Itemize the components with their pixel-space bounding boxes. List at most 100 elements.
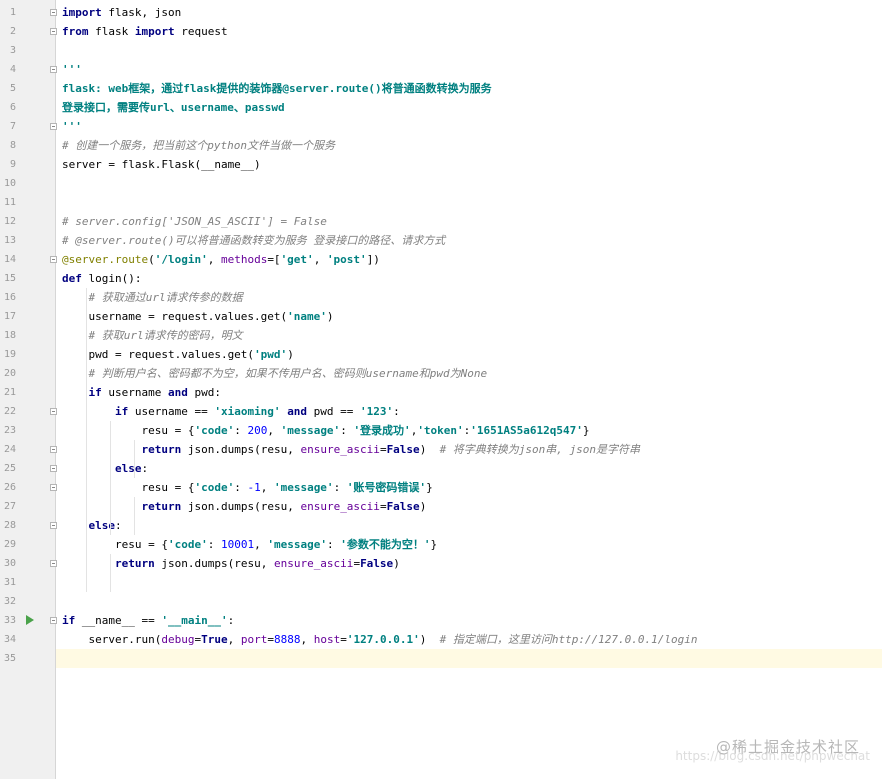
code-line[interactable]: username = request.values.get('name'): [56, 307, 882, 326]
code-line[interactable]: # 创建一个服务，把当前这个python文件当做一个服务: [56, 136, 882, 155]
code-area[interactable]: import flask, json from flask import requ…: [56, 0, 882, 779]
code-line[interactable]: pwd = request.values.get('pwd'): [56, 345, 882, 364]
code-line[interactable]: # server.config['JSON_AS_ASCII'] = False: [56, 212, 882, 231]
code-token: ): [419, 633, 440, 646]
code-token: :: [115, 519, 122, 532]
code-line[interactable]: [56, 592, 882, 611]
code-token: }: [582, 424, 590, 437]
code-token: resu = {: [62, 424, 195, 437]
code-line-text: # @server.route()可以将普通函数转变为服务 登录接口的路径、请求…: [62, 231, 445, 250]
code-line-text: ''': [62, 117, 82, 136]
code-token: =[: [267, 253, 281, 266]
line-number: 14: [3, 254, 16, 265]
code-line[interactable]: flask: web框架，通过flask提供的装饰器@server.route(…: [56, 79, 882, 98]
code-line[interactable]: [56, 649, 882, 668]
code-token: '1651AS5a612q547': [470, 424, 583, 437]
code-line[interactable]: @server.route('/login', methods=['get', …: [56, 250, 882, 269]
code-line-text: else:: [62, 516, 122, 535]
line-number: 20: [3, 368, 16, 379]
code-token: False: [360, 557, 394, 570]
code-line[interactable]: if username and pwd:: [56, 383, 882, 402]
line-number: 21: [3, 387, 16, 398]
code-token: '__main__': [161, 614, 228, 627]
code-line[interactable]: return json.dumps(resu, ensure_ascii=Fal…: [56, 554, 882, 573]
code-token: ensure_ascii: [300, 443, 380, 456]
code-line[interactable]: from flask import request: [56, 22, 882, 41]
code-token: resu = {: [62, 481, 195, 494]
code-token: :: [340, 424, 354, 437]
code-line-text: if username == 'xiaoming' and pwd == '12…: [62, 402, 400, 421]
code-token: ,: [207, 253, 221, 266]
line-number: 11: [3, 197, 16, 208]
code-token: methods: [220, 253, 268, 266]
code-editor[interactable]: 1 2 3 4 5 6 7 8 9 10 11 12 13 14 15 16 17 18 19 20 21 22 23 24 2…: [0, 0, 882, 779]
code-line[interactable]: resu = {'code': 200, 'message': '登录成功','…: [56, 421, 882, 440]
line-number: 27: [3, 501, 16, 512]
code-token: }: [430, 538, 438, 551]
code-line[interactable]: return json.dumps(resu, ensure_ascii=Fal…: [56, 440, 882, 459]
code-token: json.dumps(resu,: [181, 443, 301, 456]
code-line[interactable]: server = flask.Flask(__name__): [56, 155, 882, 174]
code-token: ensure_ascii: [273, 557, 354, 570]
code-token: =: [379, 443, 387, 456]
line-number: 18: [3, 330, 16, 341]
line-number: 32: [3, 596, 16, 607]
code-token: ,: [227, 633, 241, 646]
line-number: 3: [9, 45, 16, 56]
code-line[interactable]: server.run(debug=True, port=8888, host='…: [56, 630, 882, 649]
code-line[interactable]: else:: [56, 459, 882, 478]
code-token: '账号密码错误': [346, 481, 427, 494]
code-line[interactable]: [56, 573, 882, 592]
code-line[interactable]: return json.dumps(resu, ensure_ascii=Fal…: [56, 497, 882, 516]
code-line[interactable]: def login():: [56, 269, 882, 288]
code-token: debug: [161, 633, 195, 646]
code-token: 'code': [194, 481, 235, 494]
code-line[interactable]: ''': [56, 117, 882, 136]
code-line[interactable]: else:: [56, 516, 882, 535]
code-line[interactable]: [56, 41, 882, 60]
code-token: json.dumps(resu,: [154, 557, 274, 570]
code-token: username = request.values.get(: [62, 310, 288, 323]
code-line[interactable]: ''': [56, 60, 882, 79]
code-line[interactable]: # 获取通过url请求传参的数据: [56, 288, 882, 307]
code-line-text: else:: [62, 459, 148, 478]
line-number: 25: [3, 463, 16, 474]
run-icon[interactable]: [26, 615, 34, 625]
code-token: 'code': [167, 538, 208, 551]
code-line[interactable]: # 判断用户名、密码都不为空，如果不传用户名、密码则username和pwd为N…: [56, 364, 882, 383]
code-line[interactable]: [56, 174, 882, 193]
code-token: # server.config['JSON_AS_ASCII'] = False: [62, 215, 327, 228]
code-token: # 将字典转换为json串, json是字符串: [439, 443, 641, 456]
code-token: 'message': [267, 538, 327, 551]
line-number: 19: [3, 349, 16, 360]
watermark: @稀土掘金技术社区: [715, 738, 860, 756]
code-line[interactable]: if username == 'xiaoming' and pwd == '12…: [56, 402, 882, 421]
code-line[interactable]: import flask, json: [56, 3, 882, 22]
code-line[interactable]: [56, 193, 882, 212]
code-token: if: [114, 405, 129, 418]
code-token: 'token': [417, 424, 464, 437]
code-line[interactable]: # @server.route()可以将普通函数转变为服务 登录接口的路径、请求…: [56, 231, 882, 250]
line-number: 17: [3, 311, 16, 322]
line-number: 15: [3, 273, 16, 284]
code-line[interactable]: resu = {'code': 10001, 'message': '参数不能为…: [56, 535, 882, 554]
code-line-text: username = request.values.get('name'): [62, 307, 333, 326]
code-token: :: [326, 538, 341, 551]
code-line[interactable]: # 获取url请求传的密码，明文: [56, 326, 882, 345]
code-line-text: return json.dumps(resu, ensure_ascii=Fal…: [62, 497, 426, 516]
line-number: 35: [3, 653, 16, 664]
code-line[interactable]: resu = {'code': -1, 'message': '账号密码错误'}: [56, 478, 882, 497]
line-number: 16: [3, 292, 16, 303]
code-token: username: [101, 386, 168, 399]
code-line-text: ''': [62, 60, 82, 79]
code-line[interactable]: if __name__ == '__main__':: [56, 611, 882, 630]
code-line[interactable]: 登录接口，需要传url、username、passwd: [56, 98, 882, 117]
code-token: False: [386, 443, 420, 456]
code-token: port: [240, 633, 268, 646]
code-token: # 判断用户名、密码都不为空，如果不传用户名、密码则username和pwd为N…: [88, 367, 488, 380]
indent-guide: [134, 440, 135, 478]
code-line-text: # 判断用户名、密码都不为空，如果不传用户名、密码则username和pwd为N…: [62, 364, 488, 383]
